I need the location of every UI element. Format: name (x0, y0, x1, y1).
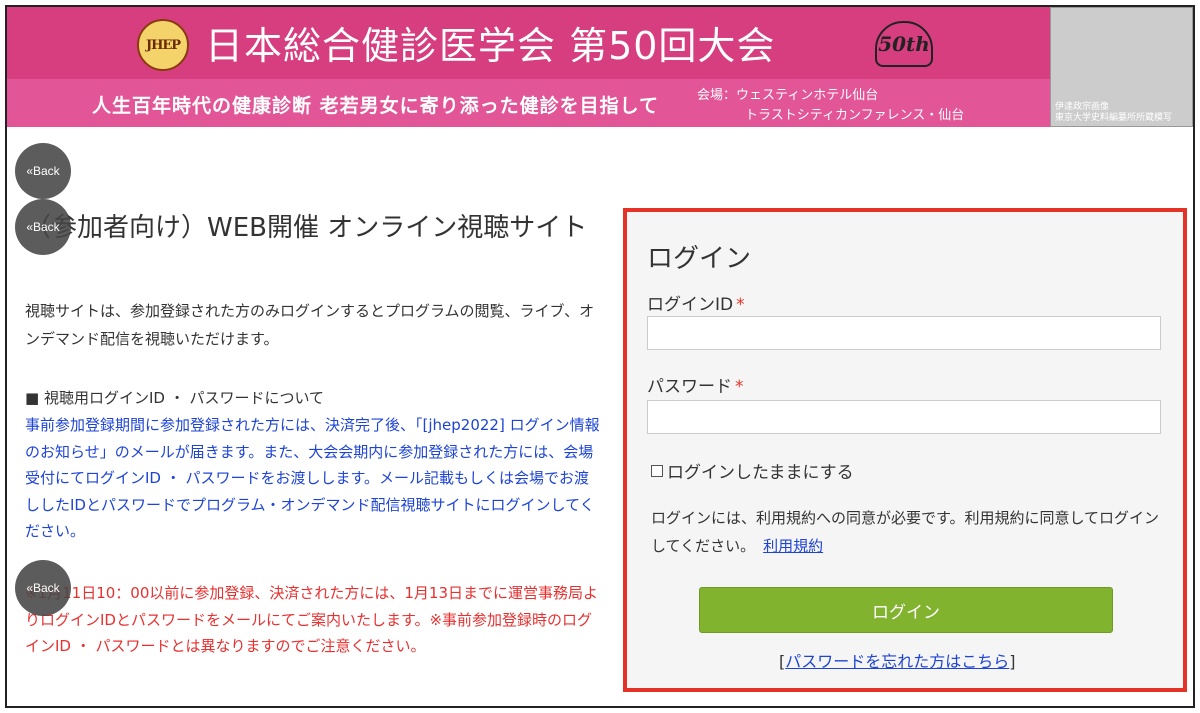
remember-checkbox[interactable] (651, 464, 663, 477)
login-button[interactable]: ログイン (699, 587, 1113, 633)
required-mark: * (735, 377, 744, 397)
terms-text: ログインには、利用規約への同意が必要です。利用規約に同意してログインしてください… (651, 509, 1160, 555)
page-frame: JHEP 日本総合健診医学会 第50回大会 50th 人生百年時代の健康診断 老… (5, 5, 1195, 708)
login-id-input[interactable] (647, 316, 1161, 350)
notice-text: ※1月11日10：00以前に参加登録、決済された方には、1月13日までに運営事務… (25, 584, 599, 655)
back-button[interactable]: «Back (15, 199, 71, 255)
remember-label: ログインしたままにする (667, 463, 854, 483)
password-label: パスワード * (647, 372, 744, 397)
login-heading: ログイン (647, 244, 752, 274)
header-banner: JHEP 日本総合健診医学会 第50回大会 50th 人生百年時代の健康診断 老… (7, 7, 1193, 127)
forgot-password-link[interactable]: パスワードを忘れた方はこちら (785, 652, 1009, 671)
page-title: （参加者向け）WEB開催 オンライン視聴サイト (25, 213, 588, 243)
back-button[interactable]: «Back (15, 143, 71, 199)
section-heading: ■ 視聴用ログインID ・ パスワードについて (25, 389, 325, 407)
banner-title: 日本総合健診医学会 第50回大会 (205, 24, 776, 68)
forgot-bracket-close: ] (1009, 652, 1016, 671)
password-input[interactable] (647, 400, 1161, 434)
terms-notice: ログインには、利用規約への同意が必要です。利用規約に同意してログインしてください… (651, 504, 1163, 560)
back-button[interactable]: «Back (15, 560, 71, 616)
jhep-logo: JHEP (137, 19, 189, 71)
portrait-caption: 伊達政宗画像 東京大学史料編纂所所蔵模写 (1055, 102, 1173, 123)
login-info-text: 事前参加登録期間に参加登録された方には、決済完了後、「[jhep2022] ログ… (25, 416, 600, 540)
terms-link[interactable]: 利用規約 (763, 537, 823, 555)
login-id-label: ログインID * (647, 290, 745, 315)
password-label-text: パスワード (647, 377, 732, 397)
venue-line-1: 会場：ウェスティンホテル仙台 (697, 88, 879, 103)
remember-me[interactable]: ログインしたままにする (651, 458, 854, 483)
login-id-label-text: ログインID (647, 295, 734, 315)
forgot-password: [パスワードを忘れた方はこちら] (779, 648, 1016, 672)
intro-text: 視聴サイトは、参加登録された方のみログインするとプログラムの閲覧、ライブ、オンデ… (25, 302, 595, 348)
required-mark: * (736, 295, 745, 315)
venue-line-2: トラストシティカンファレンス・仙台 (745, 108, 965, 123)
banner-subtitle: 人生百年時代の健康診断 老若男女に寄り添った健診を目指して (92, 95, 660, 117)
login-panel: ログイン ログインID * パスワード * ログインしたままにする ログインには、利… (623, 208, 1187, 692)
anniversary-logo: 50th (875, 21, 933, 67)
